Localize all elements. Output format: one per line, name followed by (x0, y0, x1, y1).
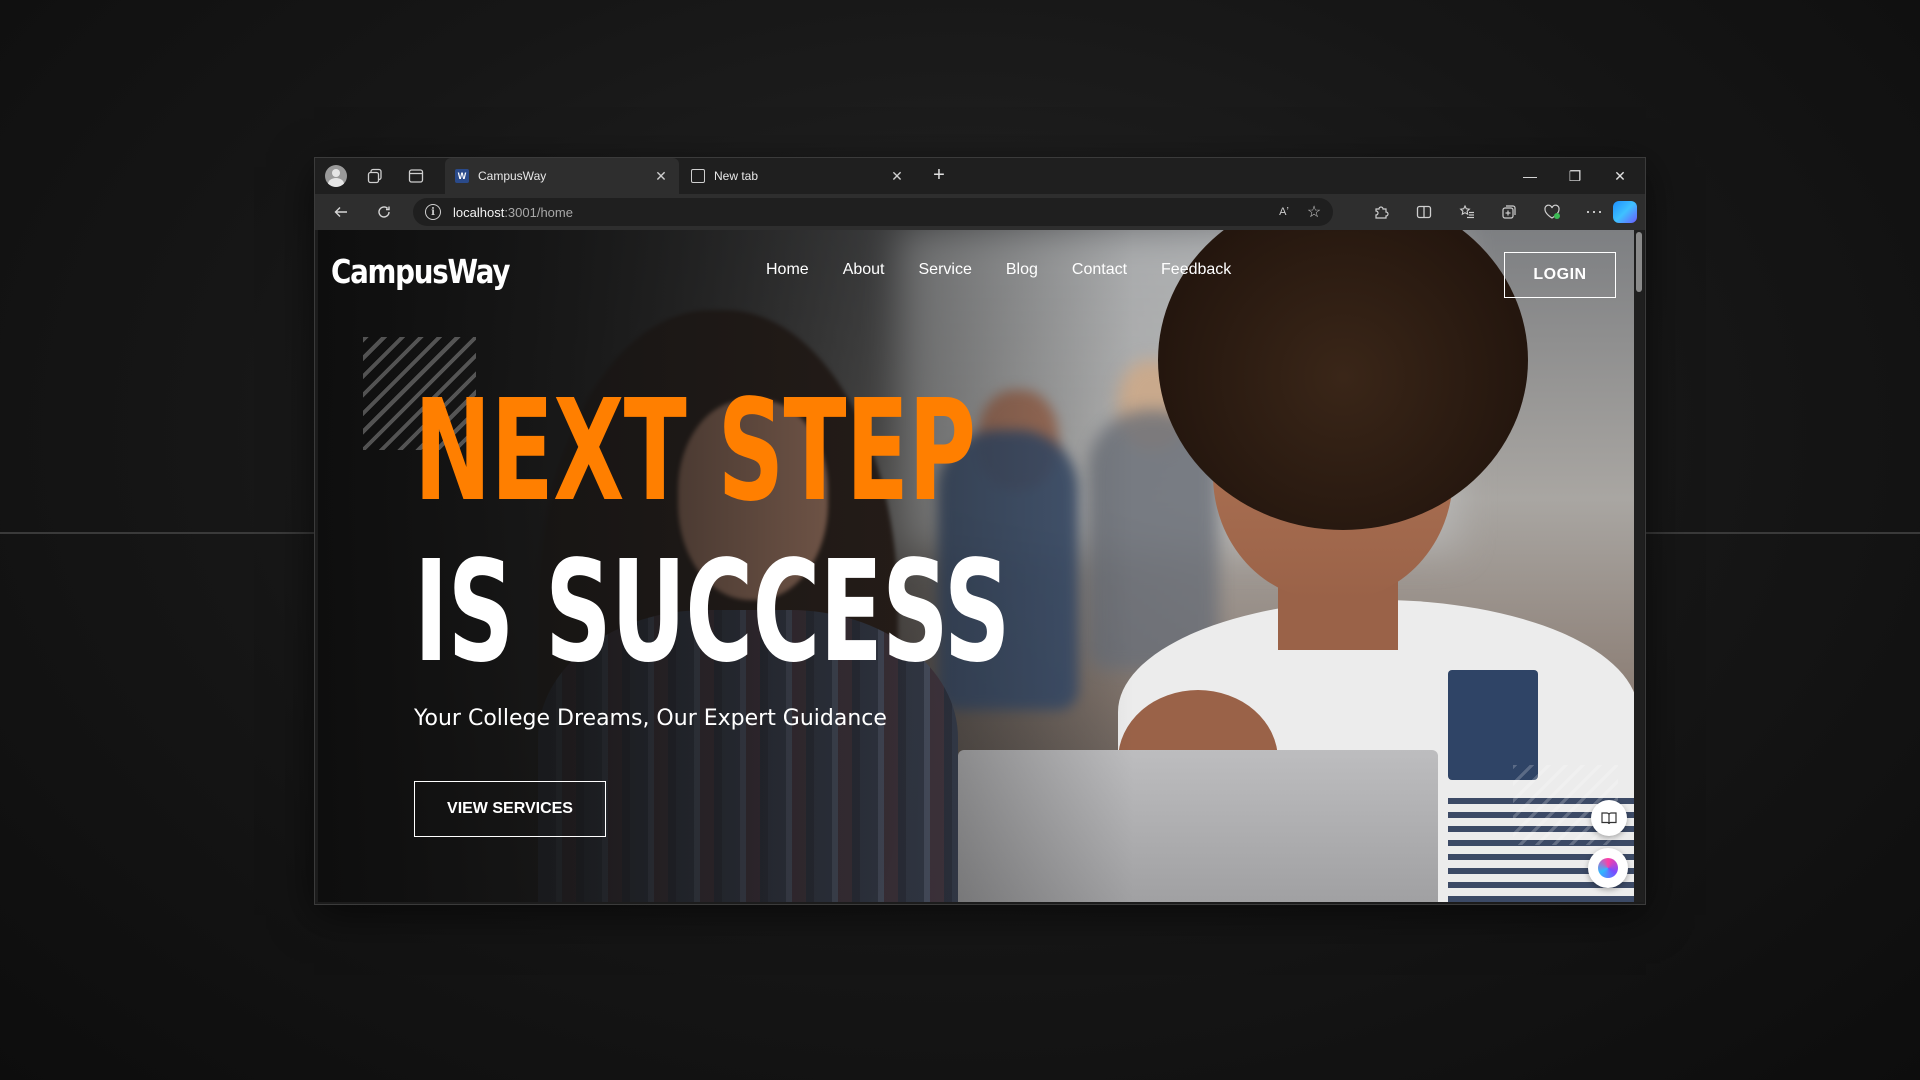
hero-tagline: Your College Dreams, Our Expert Guidance (414, 706, 887, 731)
split-screen-icon[interactable] (1412, 200, 1436, 224)
copilot-icon[interactable] (1613, 201, 1637, 223)
tab-title: CampusWay (478, 169, 547, 183)
address-bar[interactable]: i localhost:3001/home Aʼ ☆ (413, 198, 1333, 226)
site-header: CampusWay Home About Service Blog Contac… (318, 230, 1634, 310)
workspaces-icon[interactable] (363, 164, 387, 188)
back-arrow-icon[interactable] (328, 200, 354, 224)
nav-feedback[interactable]: Feedback (1161, 261, 1231, 279)
site-logo[interactable]: CampusWay (331, 252, 510, 291)
collections-icon[interactable] (1497, 200, 1521, 224)
web-page: CampusWay Home About Service Blog Contac… (318, 230, 1634, 902)
site-info-icon[interactable]: i (425, 204, 441, 220)
reload-icon[interactable] (371, 200, 397, 224)
favorites-icon[interactable] (1455, 200, 1479, 224)
background-divider-right (1645, 532, 1920, 534)
view-services-button[interactable]: VIEW SERVICES (414, 781, 606, 837)
nav-about[interactable]: About (843, 261, 885, 279)
url-host: localhost (453, 204, 505, 220)
immersive-reader-icon[interactable] (1591, 800, 1627, 836)
campusway-favicon-icon: W (455, 169, 469, 183)
nav-home[interactable]: Home (766, 261, 809, 279)
tab-bar: W CampusWay ✕ New tab ✕ + — ❐ ✕ (315, 158, 1645, 194)
nav-contact[interactable]: Contact (1072, 261, 1127, 279)
tab-title: New tab (714, 169, 759, 183)
background-divider-left (0, 532, 315, 534)
hero-headline-line1: NEXT STEP (414, 370, 976, 533)
tab-close-icon[interactable]: ✕ (889, 168, 905, 185)
extensions-puzzle-icon[interactable] (1369, 200, 1393, 224)
profile-avatar-icon[interactable] (324, 164, 348, 188)
read-aloud-icon[interactable]: Aʼ (1273, 201, 1295, 223)
tab-new-tab[interactable]: New tab ✕ (681, 158, 915, 194)
url-path: :3001/home (504, 204, 573, 220)
tab-campusway[interactable]: W CampusWay ✕ (445, 158, 679, 194)
ai-assistant-icon[interactable] (1588, 848, 1628, 888)
favorite-star-icon[interactable]: ☆ (1303, 201, 1325, 223)
hero-headline-line2: IS SUCCESS (414, 531, 1010, 694)
login-button[interactable]: LOGIN (1504, 252, 1616, 298)
window-close-icon[interactable]: ✕ (1598, 158, 1642, 194)
main-nav: Home About Service Blog Contact Feedback (766, 261, 1231, 279)
new-tab-page-icon (691, 169, 705, 183)
nav-blog[interactable]: Blog (1006, 261, 1038, 279)
tab-close-icon[interactable]: ✕ (653, 168, 669, 185)
tab-actions-icon[interactable] (404, 164, 428, 188)
new-tab-plus-icon[interactable]: + (927, 164, 951, 188)
page-scrollbar[interactable] (1634, 230, 1644, 902)
address-toolbar: i localhost:3001/home Aʼ ☆ ⋯ (315, 194, 1645, 230)
restore-icon[interactable]: ❐ (1553, 158, 1597, 194)
nav-service[interactable]: Service (919, 261, 972, 279)
browser-window: W CampusWay ✕ New tab ✕ + — ❐ ✕ i localh… (314, 157, 1646, 905)
more-options-icon[interactable]: ⋯ (1582, 200, 1606, 224)
browser-essentials-icon[interactable] (1540, 200, 1564, 224)
minimize-icon[interactable]: — (1508, 158, 1552, 194)
scrollbar-thumb[interactable] (1636, 232, 1642, 292)
